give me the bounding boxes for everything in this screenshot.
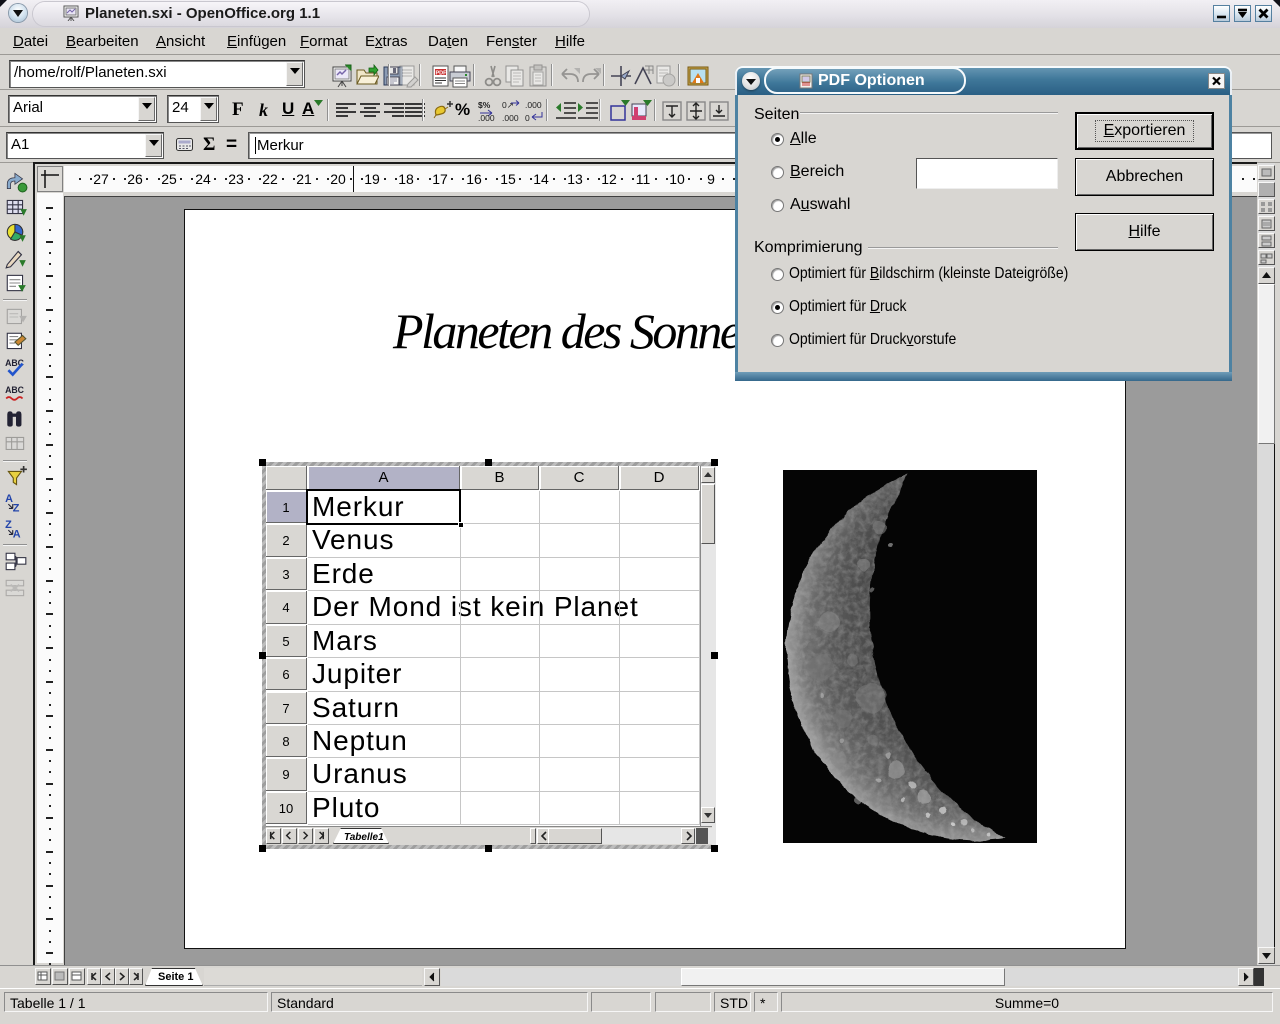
svg-text:Z: Z (5, 518, 12, 530)
svg-text:A: A (13, 528, 21, 540)
svg-text:.000: .000 (525, 100, 542, 110)
svg-text:.000: .000 (502, 113, 519, 123)
svg-text:0: 0 (525, 113, 530, 123)
svg-text:0↗: 0↗ (502, 100, 514, 110)
svg-text:Z: Z (13, 503, 20, 515)
svg-text:ABC: ABC (5, 385, 25, 395)
svg-text:PDF: PDF (436, 71, 448, 77)
svg-text:.000: .000 (478, 113, 495, 123)
svg-text:$%: $% (478, 100, 491, 110)
